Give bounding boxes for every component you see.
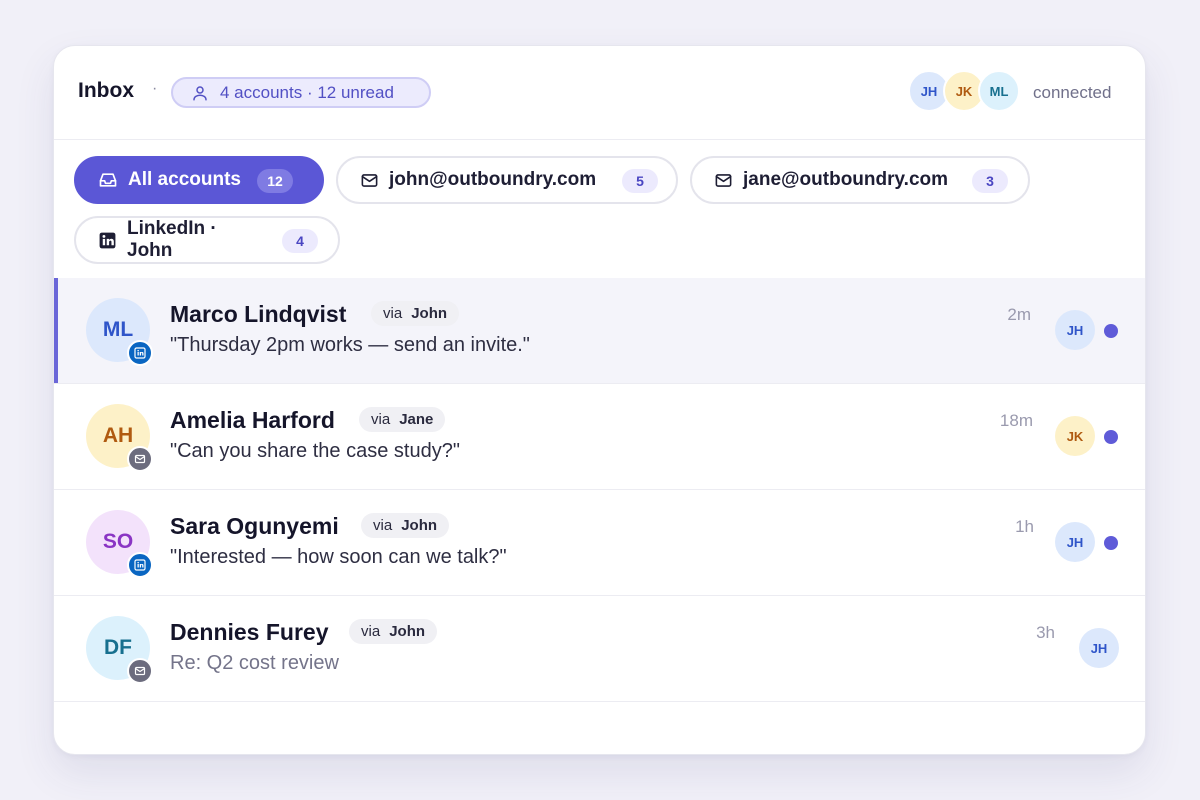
- timestamp: 18m: [999, 411, 1033, 430]
- inbox-tray-icon: [99, 173, 117, 187]
- inbox-card: Inbox · 4 accounts · 12 unread JH JK ML …: [53, 45, 1146, 755]
- title-separator: ·: [152, 80, 158, 97]
- mail-icon: [127, 446, 153, 472]
- message-preview: "Can you share the case study?": [170, 440, 460, 462]
- mail-icon: [127, 658, 153, 684]
- linkedin-icon: [99, 232, 116, 248]
- page-title: Inbox: [78, 79, 134, 102]
- table-row[interactable]: ML Marco Lindqvist via John "Thursday 2pm wo…: [54, 278, 1145, 384]
- via-account-badge: via John: [371, 301, 460, 326]
- tab-john-email[interactable]: john@outboundry.com 5: [336, 156, 678, 204]
- message-preview: "Interested — how soon can we talk?": [170, 546, 507, 568]
- message-preview: Re: Q2 cost review: [170, 652, 339, 674]
- accounts-summary-badge[interactable]: 4 accounts · 12 unread: [171, 77, 431, 108]
- user-icon: [193, 85, 207, 100]
- owner-avatar: JH: [1055, 310, 1095, 350]
- table-row[interactable]: SO Sara Ogunyemi via John "Interested — how …: [54, 490, 1145, 596]
- mail-icon: [715, 173, 732, 187]
- tab-all-accounts[interactable]: All accounts 12: [74, 156, 324, 204]
- owner-avatar: JK: [1055, 416, 1095, 456]
- linkedin-icon: [127, 552, 153, 578]
- unread-count-badge: 3: [972, 169, 1008, 193]
- tab-label: All accounts: [128, 169, 241, 190]
- tab-label: jane@outboundry.com: [743, 169, 949, 190]
- connected-accounts-avatars[interactable]: JH JK ML: [908, 70, 1020, 112]
- tab-label: john@outboundry.com: [389, 169, 597, 190]
- timestamp: 2m: [1007, 305, 1031, 324]
- account-filter-tabs: All accounts 12 john@outboundry.com 5 ja…: [74, 156, 1125, 276]
- tab-label: LinkedIn · John: [127, 218, 217, 261]
- inbox-header: Inbox · 4 accounts · 12 unread JH JK ML …: [54, 46, 1145, 140]
- avatar: ML: [978, 70, 1020, 112]
- timestamp: 3h: [1036, 623, 1055, 642]
- contact-name: Sara Ogunyemi: [170, 513, 339, 539]
- unread-count-badge: 5: [622, 169, 658, 193]
- message-preview: "Thursday 2pm works — send an invite.": [170, 334, 530, 356]
- unread-indicator: [1104, 430, 1118, 444]
- mail-icon: [361, 173, 378, 187]
- accounts-summary-text: 4 accounts · 12 unread: [220, 82, 394, 102]
- linkedin-icon: [127, 340, 153, 366]
- connected-label: connected: [1033, 83, 1112, 102]
- table-row[interactable]: AH Amelia Harford via Jane "Can you share th…: [54, 384, 1145, 490]
- table-row[interactable]: DF Dennies Furey via John Re: Q2 cost review…: [54, 596, 1145, 702]
- via-account-badge: via Jane: [359, 407, 446, 432]
- thread-list: ML Marco Lindqvist via John "Thursday 2pm wo…: [54, 278, 1145, 702]
- timestamp: 1h: [1015, 517, 1034, 536]
- tab-linkedin-john[interactable]: LinkedIn · John 4: [74, 216, 340, 264]
- owner-avatar: JH: [1079, 628, 1119, 668]
- contact-name: Marco Lindqvist: [170, 301, 347, 327]
- unread-indicator: [1104, 536, 1118, 550]
- owner-avatar: JH: [1055, 522, 1095, 562]
- via-account-badge: via John: [349, 619, 438, 644]
- contact-name: Amelia Harford: [170, 407, 335, 433]
- unread-count-badge: 12: [257, 169, 293, 193]
- contact-name: Dennies Furey: [170, 619, 329, 645]
- via-account-badge: via John: [361, 513, 450, 538]
- unread-indicator: [1104, 324, 1118, 338]
- tab-jane-email[interactable]: jane@outboundry.com 3: [690, 156, 1030, 204]
- unread-count-badge: 4: [282, 229, 318, 253]
